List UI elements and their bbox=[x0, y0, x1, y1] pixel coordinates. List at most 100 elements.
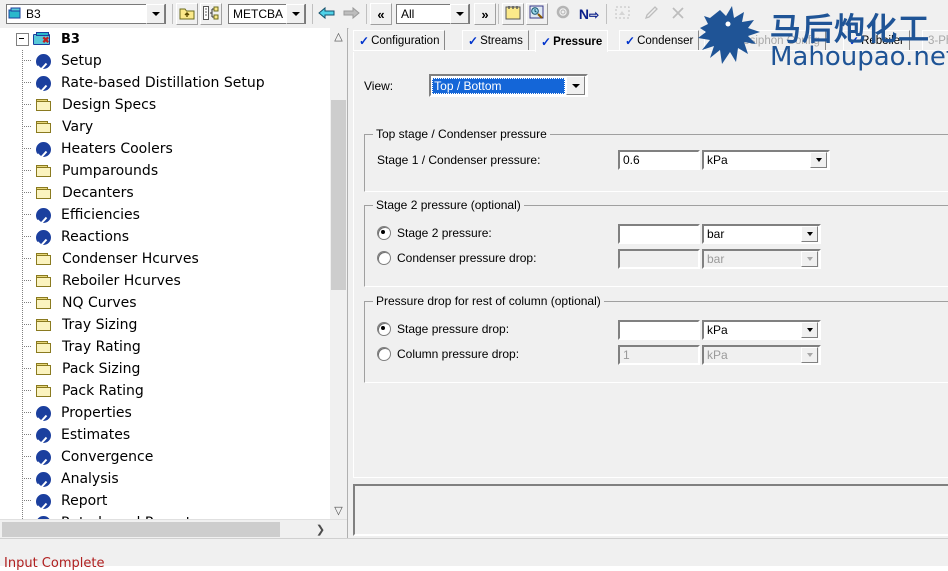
chevron-down-icon[interactable] bbox=[146, 4, 165, 24]
block-icon bbox=[8, 7, 22, 21]
select-button bbox=[612, 3, 634, 25]
next-sheet-button[interactable]: » bbox=[474, 3, 496, 25]
tree-indent-guide bbox=[14, 182, 31, 204]
tree-item-pack-rating[interactable]: Pack Rating bbox=[0, 380, 330, 402]
tab-configuration[interactable]: ✓ Configuration bbox=[353, 30, 446, 50]
stage-pressure-drop-input[interactable] bbox=[618, 320, 700, 340]
tree-item-setup[interactable]: Setup bbox=[0, 50, 330, 72]
stage1-pressure-unit-combo[interactable]: kPa bbox=[702, 150, 830, 170]
tree-item-vary[interactable]: Vary bbox=[0, 116, 330, 138]
sheet-filter-value: All bbox=[401, 7, 415, 21]
tree-item-pumparounds[interactable]: Pumparounds bbox=[0, 160, 330, 182]
back-button[interactable] bbox=[316, 3, 338, 25]
pencil-icon bbox=[644, 5, 660, 23]
tree-item-analysis[interactable]: Analysis bbox=[0, 468, 330, 490]
status-bar: Input Complete bbox=[0, 538, 948, 571]
scroll-thumb[interactable] bbox=[331, 100, 346, 290]
navigation-tree-panel[interactable]: ✖ B3 Setup Rate-based Distillation Setup D… bbox=[0, 28, 348, 538]
tree-root-label: B3 bbox=[61, 31, 80, 47]
pressure-sheet-panel: View: Top / Bottom Top stage / Condenser… bbox=[353, 52, 948, 478]
column-pressure-drop-value: 1 bbox=[623, 348, 630, 362]
tree-root-b3[interactable]: ✖ B3 bbox=[0, 28, 330, 50]
parent-folder-button[interactable] bbox=[176, 3, 198, 25]
tree-item-condenser-hcurves[interactable]: Condenser Hcurves bbox=[0, 248, 330, 270]
chevron-down-icon[interactable] bbox=[286, 4, 305, 24]
next-button[interactable]: N⇨ bbox=[578, 3, 600, 25]
prev-sheet-button[interactable]: « bbox=[370, 3, 392, 25]
tab-condenser[interactable]: ✓ Condenser bbox=[619, 30, 700, 50]
chevron-down-icon[interactable] bbox=[801, 322, 818, 338]
hscroll-thumb[interactable] bbox=[2, 522, 280, 537]
sheet-tab-strip[interactable]: ✓ Configuration ✓ Streams ✓ Pressure ✓ Condense… bbox=[353, 30, 948, 52]
chevron-down-icon[interactable] bbox=[810, 152, 827, 168]
tree-vertical-scrollbar[interactable]: △ ▽ bbox=[330, 28, 347, 538]
check-icon bbox=[36, 75, 51, 91]
chevron-down-icon[interactable] bbox=[566, 76, 586, 95]
tree-item-pack-sizing[interactable]: Pack Sizing bbox=[0, 358, 330, 380]
stage-pressure-drop-radio[interactable] bbox=[377, 322, 391, 336]
tab-reboiler[interactable]: ✓ Reboiler bbox=[843, 30, 910, 50]
stage-pressure-drop-unit-combo[interactable]: kPa bbox=[702, 320, 821, 340]
tab-thermosiphon-config[interactable]: Thermosiphon Config bbox=[704, 30, 826, 50]
view-combo[interactable]: Top / Bottom bbox=[429, 74, 589, 97]
stage2-pressure-radio-row[interactable]: Stage 2 pressure: bbox=[377, 226, 492, 240]
run-button[interactable] bbox=[526, 3, 548, 25]
object-selector-combo[interactable]: B3 bbox=[6, 4, 166, 24]
tree-indent-guide bbox=[14, 402, 31, 424]
tab-3-phase[interactable]: 3-Phase bbox=[922, 30, 948, 50]
stage2-pressure-unit-combo[interactable]: bar bbox=[702, 224, 821, 244]
tree-item-efficiencies[interactable]: Efficiencies bbox=[0, 204, 330, 226]
collapse-expander-icon[interactable] bbox=[16, 32, 29, 46]
forward-button[interactable] bbox=[340, 3, 362, 25]
tree-item-reboiler-hcurves[interactable]: Reboiler Hcurves bbox=[0, 270, 330, 292]
units-set-combo[interactable]: METCBA bbox=[228, 4, 306, 24]
column-pressure-drop-radio-row[interactable]: Column pressure drop: bbox=[377, 347, 519, 361]
condenser-pressure-drop-radio[interactable] bbox=[377, 251, 391, 265]
scroll-up-button[interactable]: △ bbox=[330, 28, 347, 45]
scroll-down-button[interactable]: ▽ bbox=[330, 502, 347, 519]
tree-item-label: Tray Rating bbox=[62, 339, 141, 355]
tree-item-properties[interactable]: Properties bbox=[0, 402, 330, 424]
tree-item-convergence[interactable]: Convergence bbox=[0, 446, 330, 468]
stage-pressure-drop-label: Stage pressure drop: bbox=[397, 322, 510, 336]
chevron-down-icon[interactable] bbox=[450, 4, 469, 24]
tree-item-label: Pumparounds bbox=[62, 163, 159, 179]
tree-view-button[interactable] bbox=[200, 3, 222, 25]
navigation-tree[interactable]: ✖ B3 Setup Rate-based Distillation Setup D… bbox=[0, 28, 330, 534]
tab-streams[interactable]: ✓ Streams bbox=[462, 30, 529, 50]
tree-item-label: Heaters Coolers bbox=[61, 141, 173, 157]
column-pressure-drop-label: Column pressure drop: bbox=[397, 347, 520, 361]
aspen-plus-window: B3 METCBA « All » N⇨ ✖ B3 Setup Rate-bas… bbox=[0, 0, 948, 571]
stage2-pressure-radio[interactable] bbox=[377, 226, 391, 240]
chevron-down-icon[interactable] bbox=[801, 226, 818, 242]
tree-item-heaters-coolers[interactable]: Heaters Coolers bbox=[0, 138, 330, 160]
tree-item-label: Design Specs bbox=[62, 97, 157, 113]
folder-icon bbox=[36, 296, 52, 310]
magnifier-clock-icon bbox=[529, 5, 545, 23]
tree-item-estimates[interactable]: Estimates bbox=[0, 424, 330, 446]
check-icon bbox=[36, 471, 51, 487]
tree-item-tray-rating[interactable]: Tray Rating bbox=[0, 336, 330, 358]
tree-indent-guide bbox=[14, 358, 31, 380]
hscroll-right-button[interactable]: ❯ bbox=[312, 520, 329, 538]
condenser-pressure-drop-radio-row[interactable]: Condenser pressure drop: bbox=[377, 251, 536, 265]
input-summary-button[interactable] bbox=[502, 3, 524, 25]
check-icon bbox=[36, 405, 51, 421]
condenser-pressure-drop-label: Condenser pressure drop: bbox=[397, 251, 537, 265]
stage2-pressure-input[interactable] bbox=[618, 224, 700, 244]
tree-item-tray-sizing[interactable]: Tray Sizing bbox=[0, 314, 330, 336]
tree-item-reactions[interactable]: Reactions bbox=[0, 226, 330, 248]
tree-indent-guide bbox=[14, 424, 31, 446]
tree-horizontal-scrollbar[interactable]: ❯ bbox=[0, 519, 347, 538]
sheet-filter-combo[interactable]: All bbox=[396, 4, 470, 24]
tree-item-report[interactable]: Report bbox=[0, 490, 330, 512]
stage1-pressure-input[interactable]: 0.6 bbox=[618, 150, 700, 170]
stage-pressure-drop-radio-row[interactable]: Stage pressure drop: bbox=[377, 322, 509, 336]
column-pressure-drop-radio[interactable] bbox=[377, 347, 391, 361]
tree-item-decanters[interactable]: Decanters bbox=[0, 182, 330, 204]
tab-pressure[interactable]: ✓ Pressure bbox=[535, 30, 609, 52]
tree-item-rate-based-distillation-setup[interactable]: Rate-based Distillation Setup bbox=[0, 72, 330, 94]
stage1-pressure-unit: kPa bbox=[707, 153, 728, 167]
tree-item-nq-curves[interactable]: NQ Curves bbox=[0, 292, 330, 314]
tree-item-design-specs[interactable]: Design Specs bbox=[0, 94, 330, 116]
